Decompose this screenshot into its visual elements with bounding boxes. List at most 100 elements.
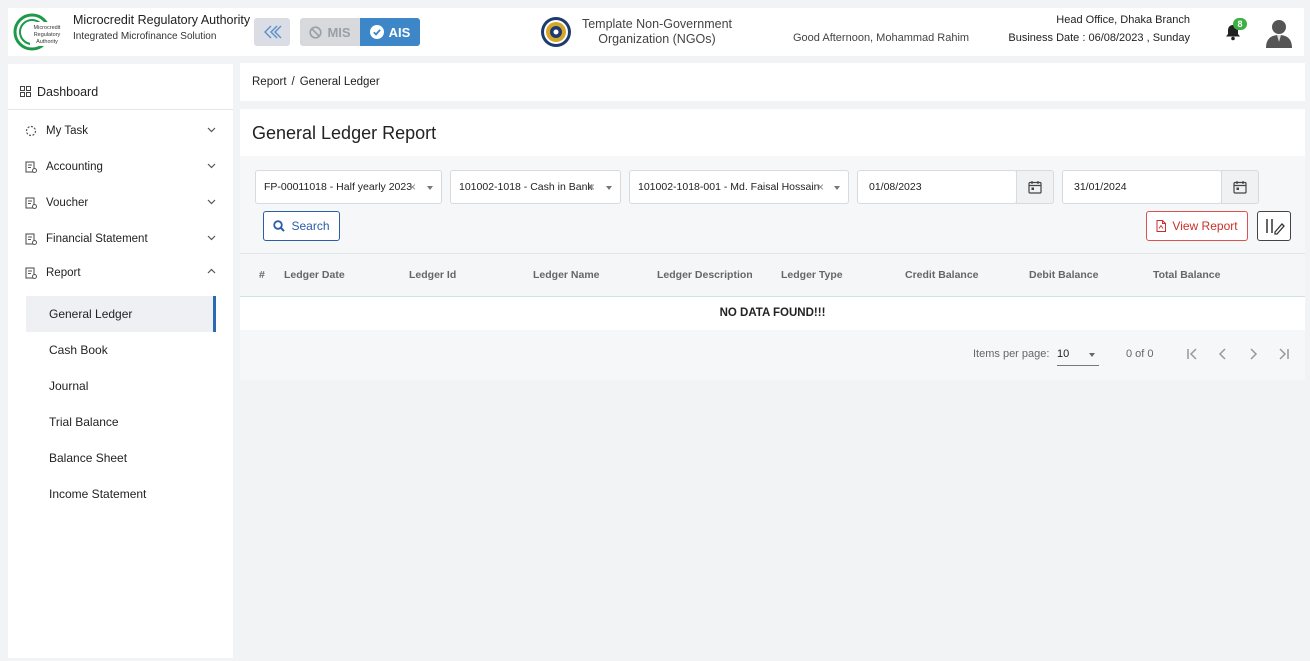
breadcrumb-parent[interactable]: Report (252, 76, 287, 88)
column-header-ledger-type[interactable]: Ledger Type (781, 269, 843, 281)
sidebar-subitem-general-ledger[interactable]: General Ledger (26, 296, 216, 332)
top-header: Microcredit Regulatory Authority Microcr… (8, 8, 1304, 56)
column-header-ledger-description[interactable]: Ledger Description (657, 269, 753, 281)
sidebar-item-label: Accounting (46, 161, 103, 173)
search-icon (273, 220, 286, 232)
breadcrumb-current: General Ledger (299, 76, 380, 88)
to-date-calendar-button[interactable] (1221, 170, 1259, 204)
page-title: General Ledger Report (240, 109, 1305, 156)
sidebar-item-voucher[interactable]: Voucher (8, 189, 233, 217)
chevron-down-icon (207, 199, 216, 205)
items-per-page-select[interactable]: 10 (1057, 344, 1099, 366)
table-header: # Ledger Date Ledger Id Ledger Name Ledg… (240, 253, 1305, 297)
sidebar: Dashboard My Task Accounting Voucher Fin (8, 64, 233, 658)
user-avatar[interactable] (1265, 18, 1293, 48)
column-settings-button[interactable] (1257, 211, 1291, 241)
clear-icon[interactable]: × (588, 180, 595, 194)
column-header-index: # (259, 269, 265, 281)
ledger-icon (25, 233, 37, 245)
mis-label: MIS (327, 24, 351, 40)
view-report-button[interactable]: View Report (1146, 211, 1248, 241)
sidebar-item-label: General Ledger (49, 307, 133, 321)
items-per-page-label: Items per page: (973, 348, 1050, 360)
column-header-credit-balance[interactable]: Credit Balance (905, 269, 979, 281)
clear-icon[interactable]: × (409, 180, 416, 194)
fiscal-period-select[interactable]: FP-00011018 - Half yearly 2023 × (255, 170, 442, 204)
svg-text:Authority: Authority (36, 39, 58, 45)
sidebar-item-label: Trial Balance (49, 415, 119, 429)
ledger-icon (25, 197, 37, 209)
svg-text:Regulatory: Regulatory (34, 32, 61, 38)
report-panel: General Ledger Report FP-00011018 - Half… (240, 109, 1305, 380)
column-header-debit-balance[interactable]: Debit Balance (1029, 269, 1098, 281)
first-page-icon[interactable] (1185, 346, 1201, 362)
search-button[interactable]: Search (263, 211, 340, 241)
previous-page-icon[interactable] (1215, 346, 1231, 362)
ledger-value: 101002-1018 - Cash in Bank (459, 181, 593, 193)
column-header-total-balance[interactable]: Total Balance (1153, 269, 1221, 281)
column-header-ledger-name[interactable]: Ledger Name (533, 269, 600, 281)
caret-down-icon (606, 186, 612, 190)
sidebar-item-my-task[interactable]: My Task (8, 117, 233, 145)
column-header-ledger-id[interactable]: Ledger Id (409, 269, 456, 281)
sidebar-item-label: My Task (46, 125, 88, 137)
branch-name: Head Office, Dhaka Branch (1056, 14, 1190, 26)
chevron-up-icon (207, 268, 216, 274)
fiscal-period-value: FP-00011018 - Half yearly 2023 (264, 181, 413, 193)
sidebar-subitem-trial-balance[interactable]: Trial Balance (26, 404, 216, 440)
sidebar-item-accounting[interactable]: Accounting (8, 153, 233, 181)
next-page-icon[interactable] (1245, 346, 1261, 362)
view-report-label: View Report (1172, 219, 1238, 233)
caret-down-icon (427, 186, 433, 190)
ledger-icon (25, 161, 37, 173)
mra-logo: Microcredit Regulatory Authority (12, 10, 64, 54)
sidebar-item-dashboard[interactable]: Dashboard (8, 74, 233, 110)
sidebar-item-financial-statement[interactable]: Financial Statement (8, 225, 233, 253)
column-header-ledger-date[interactable]: Ledger Date (284, 269, 345, 281)
ban-icon (309, 25, 323, 39)
sidebar-subitem-income-statement[interactable]: Income Statement (26, 476, 216, 512)
sidebar-item-label: Dashboard (37, 84, 99, 99)
sidebar-item-label: Financial Statement (46, 233, 148, 245)
ledger-icon (25, 267, 37, 279)
to-date-input[interactable]: 31/01/2024 (1062, 170, 1222, 204)
chevron-down-icon (207, 127, 216, 133)
to-date-value: 31/01/2024 (1074, 181, 1127, 193)
from-date-calendar-button[interactable] (1016, 170, 1054, 204)
sidebar-collapse-button[interactable] (254, 18, 290, 46)
search-button-label: Search (291, 219, 330, 233)
last-page-icon[interactable] (1275, 346, 1291, 362)
spinner-icon (25, 125, 37, 137)
sidebar-item-label: Balance Sheet (49, 451, 128, 465)
check-circle-icon (369, 25, 384, 39)
sidebar-subitem-cash-book[interactable]: Cash Book (26, 332, 216, 368)
clear-icon[interactable]: × (817, 180, 824, 194)
ledger-select[interactable]: 101002-1018 - Cash in Bank × (450, 170, 621, 204)
sub-ledger-select[interactable]: 101002-1018-001 - Md. Faisal Hossain × (629, 170, 849, 204)
business-date: Business Date : 06/08/2023 , Sunday (1008, 32, 1190, 44)
breadcrumb: Report / General Ledger (240, 63, 1305, 101)
sidebar-item-report[interactable]: Report (8, 259, 233, 287)
sidebar-item-label: Cash Book (49, 343, 108, 357)
page-range-label: 0 of 0 (1126, 348, 1154, 360)
grid-icon (20, 86, 31, 97)
mis-toggle-button[interactable]: MIS (300, 18, 360, 46)
app-title: Microcredit Regulatory Authority (73, 13, 251, 27)
calendar-icon (1233, 180, 1247, 194)
caret-down-icon (1089, 353, 1095, 357)
items-per-page-value: 10 (1057, 348, 1070, 360)
sidebar-subitem-balance-sheet[interactable]: Balance Sheet (26, 440, 216, 476)
greeting-text: Good Afternoon, Mohammad Rahim (793, 32, 970, 44)
notification-count-badge: 8 (1233, 18, 1247, 30)
svg-text:Microcredit: Microcredit (34, 25, 61, 31)
sidebar-subitem-journal[interactable]: Journal (26, 368, 216, 404)
sub-ledger-value: 101002-1018-001 - Md. Faisal Hossain (638, 181, 820, 193)
chevron-down-icon (207, 235, 216, 241)
breadcrumb-separator: / (291, 76, 295, 88)
organization-name: Template Non-Government Organization (NG… (581, 17, 733, 46)
sidebar-item-label: Voucher (46, 197, 89, 209)
sidebar-item-label: Income Statement (49, 487, 147, 501)
sidebar-item-label: Journal (49, 379, 89, 393)
from-date-input[interactable]: 01/08/2023 (857, 170, 1017, 204)
ais-toggle-button[interactable]: AIS (360, 18, 420, 46)
